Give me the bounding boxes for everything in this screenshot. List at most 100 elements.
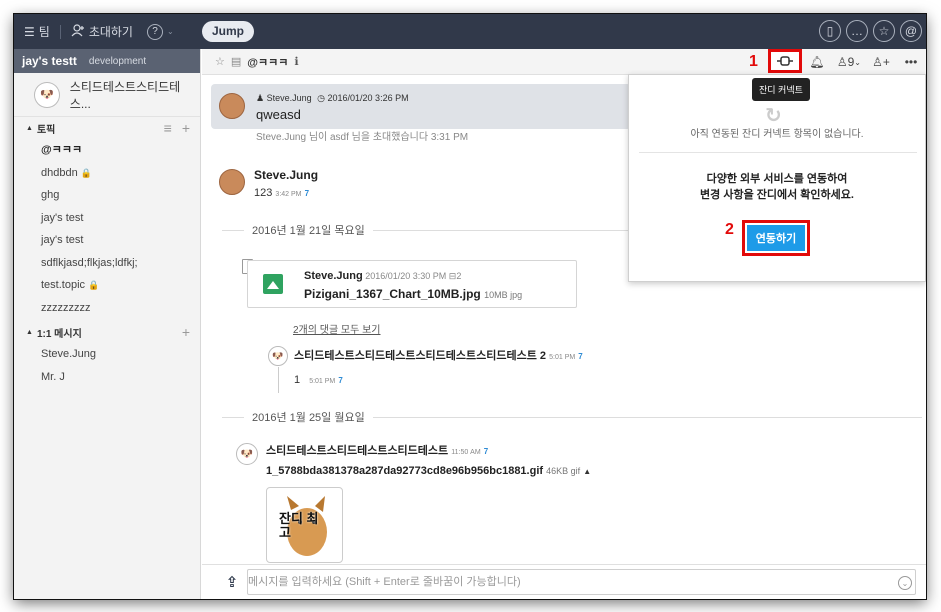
unread-count: 7 bbox=[338, 376, 343, 385]
sidebar-item-topic[interactable]: dhdbdn 🔒 bbox=[14, 162, 200, 185]
file-card[interactable]: Steve.Jung 2016/01/20 3:30 PM ⊟2 Pizigan… bbox=[247, 260, 577, 308]
connect-popover: ↻ 아직 연동된 잔디 커넥트 항목이 없습니다. 다양한 외부 서비스를 연동… bbox=[628, 74, 926, 282]
clock-icon: ◷ bbox=[317, 93, 325, 103]
top-bar-right: ▯ … ☆ @ bbox=[819, 20, 922, 42]
invite-button[interactable]: 초대하기 bbox=[71, 23, 133, 40]
sidebar-item-topic[interactable]: sdflkjasd;flkjas;ldfkj; bbox=[14, 252, 200, 275]
gif-size: 46KB gif bbox=[546, 466, 581, 476]
emoji-icon[interactable]: ⌄ bbox=[898, 576, 912, 590]
comment-count: 2 bbox=[456, 271, 462, 281]
chat-icon[interactable]: … bbox=[846, 20, 868, 42]
connect-button[interactable] bbox=[767, 49, 802, 73]
bell-icon[interactable]: 🔔︎ bbox=[802, 49, 832, 75]
sidebar-item-label: test.topic bbox=[41, 279, 86, 291]
comment-author[interactable]: 스티드테스트스티드테스트스티드테스트스티드테스트 2 bbox=[294, 350, 546, 362]
file-size: 10MB jpg bbox=[484, 290, 523, 300]
step-label-1: 1 bbox=[748, 53, 758, 70]
sticker-text: 잔디 최고 bbox=[279, 511, 319, 540]
system-message: Steve.Jung 님이 asdf 님을 초대했습니다 3:31 PM bbox=[256, 132, 469, 143]
team-header[interactable]: jay's testt development bbox=[14, 49, 200, 73]
app-window: ☰ 팀 초대하기 ? ⌄ Jump ▯ … ☆ @ jay's testt de… bbox=[14, 14, 926, 599]
sidebar-item-topic[interactable]: @ㅋㅋㅋ bbox=[14, 139, 200, 162]
reply: 1 5:01 PM 7 bbox=[294, 374, 343, 386]
gif-name[interactable]: 1_5788bda381378a287da92773cd8e96b956bc18… bbox=[266, 465, 543, 477]
sidebar: jay's testt development 🐶 스티드테스트스티드테스...… bbox=[14, 49, 201, 599]
pinned-author: Steve.Jung bbox=[266, 93, 312, 103]
plug-icon bbox=[776, 56, 793, 66]
caret-up-icon[interactable]: ▲ bbox=[583, 467, 591, 476]
comment-time: 5:01 PM bbox=[549, 354, 576, 361]
dm-header[interactable]: ▲ 1:1 메시지 + bbox=[14, 321, 200, 343]
unread-count: 7 bbox=[483, 447, 489, 456]
user-icon: ♙ bbox=[836, 55, 848, 69]
invite-member-icon[interactable]: ♙+ bbox=[866, 49, 896, 75]
star-icon[interactable]: ☆ bbox=[215, 55, 225, 68]
avatar: 🐶 bbox=[268, 346, 288, 366]
sidebar-item-topic[interactable]: zzzzzzzzz bbox=[14, 297, 200, 320]
date-label: 2016년 1월 25일 월요일 bbox=[252, 412, 365, 424]
divider bbox=[639, 152, 917, 153]
upload-icon[interactable]: ⇪ bbox=[220, 571, 244, 593]
team-menu-button[interactable]: ☰ 팀 bbox=[24, 23, 50, 40]
message-author[interactable]: Steve.Jung bbox=[254, 168, 318, 182]
members-button[interactable]: ♙ 9 ⌄ bbox=[832, 49, 866, 75]
sidebar-item-topic[interactable]: jay's test bbox=[14, 207, 200, 230]
message-time: 3:42 PM bbox=[275, 191, 302, 198]
connect-now-button[interactable]: 연동하기 bbox=[747, 225, 805, 251]
info-icon[interactable]: ℹ bbox=[294, 55, 298, 68]
file-name[interactable]: Pizigani_1367_Chart_10MB.jpg bbox=[304, 287, 481, 301]
connect-promo: 다양한 외부 서비스를 연동하여 변경 사항을 잔디에서 확인하세요. bbox=[629, 171, 925, 203]
lock-icon: 🔒 bbox=[80, 167, 92, 178]
member-count: 9 bbox=[847, 55, 855, 69]
sidebar-item-dm[interactable]: Steve.Jung bbox=[14, 343, 200, 366]
mention-icon[interactable]: @ bbox=[900, 20, 922, 42]
sidebar-item-topic[interactable]: jay's test bbox=[14, 229, 200, 252]
channel-title: @ㅋㅋㅋ bbox=[247, 56, 289, 69]
file-icon[interactable]: ▯ bbox=[819, 20, 841, 42]
connect-promo-line1: 다양한 외부 서비스를 연동하여 bbox=[706, 173, 848, 185]
sidebar-item-label: zzzzzzzzz bbox=[41, 301, 91, 314]
connect-button-highlight: 연동하기 bbox=[742, 220, 810, 256]
sidebar-item-topic[interactable]: test.topic 🔒 bbox=[14, 274, 200, 297]
more-icon[interactable]: ••• bbox=[896, 49, 926, 75]
pinned-message[interactable]: ♟ Steve.Jung ◷ 2016/01/20 3:26 PM qweasd bbox=[211, 84, 631, 129]
description-icon[interactable]: ▤ bbox=[231, 55, 241, 68]
sidebar-item-label: Steve.Jung bbox=[41, 348, 97, 360]
channel-header: ☆ ▤ @ㅋㅋㅋ ℹ 1 🔔︎ ♙ 9 ⌄ ♙+ ••• bbox=[202, 49, 926, 75]
team-menu-label: 팀 bbox=[38, 25, 50, 39]
top-bar: ☰ 팀 초대하기 ? ⌄ Jump ▯ … ☆ @ bbox=[14, 14, 926, 49]
message-author[interactable]: 스티드테스트스티드테스트스티드테스트 bbox=[266, 445, 448, 457]
help-button[interactable]: ? ⌄ bbox=[146, 23, 174, 40]
lock-icon: 🔒 bbox=[88, 280, 100, 290]
sidebar-item-label: sdflkjasd;flkjas;ldfkj; bbox=[41, 256, 138, 269]
channel-header-actions: 1 🔔︎ ♙ 9 ⌄ ♙+ ••• bbox=[749, 49, 926, 75]
topics-header-label: 토픽 bbox=[36, 124, 56, 136]
pinned-text: qweasd bbox=[256, 107, 301, 122]
sidebar-item-label: Mr. J bbox=[41, 370, 65, 383]
profile-name: 스티드테스트스티드테스... bbox=[69, 79, 181, 111]
sidebar-item-label: jay's test bbox=[41, 211, 84, 224]
star-icon[interactable]: ☆ bbox=[873, 20, 895, 42]
topic-list-icon[interactable]: ≡ bbox=[164, 120, 172, 136]
view-all-comments-link[interactable]: 2개의 댓글 모두 보기 bbox=[293, 321, 381, 336]
connect-promo-line2: 변경 사항을 잔디에서 확인하세요. bbox=[700, 189, 854, 201]
sidebar-item-label: ghg bbox=[41, 189, 60, 201]
invite-label: 초대하기 bbox=[88, 25, 133, 39]
message: Steve.Jung 123 3:42 PM 7 bbox=[254, 168, 318, 199]
topics-header[interactable]: ▲ 토픽 ≡ + bbox=[14, 117, 200, 139]
sticker-image[interactable]: 잔디 최고 bbox=[266, 487, 343, 563]
file-meta: Steve.Jung 2016/01/20 3:30 PM ⊟2 bbox=[304, 270, 461, 282]
file-time: 2016/01/20 3:30 PM bbox=[365, 271, 447, 281]
profile[interactable]: 🐶 스티드테스트스티드테스... bbox=[14, 73, 200, 117]
unread-count: 7 bbox=[578, 352, 583, 361]
message-input[interactable] bbox=[247, 569, 916, 595]
date-separator: 2016년 1월 25일 월요일 bbox=[222, 409, 922, 425]
jump-button[interactable]: Jump bbox=[202, 21, 255, 42]
add-dm-icon[interactable]: + bbox=[182, 324, 190, 340]
step-label-2: 2 bbox=[725, 221, 734, 238]
sidebar-item-dm[interactable]: Mr. J bbox=[14, 366, 200, 389]
connect-empty-text: 아직 연동된 잔디 커넥트 항목이 없습니다. bbox=[690, 129, 864, 140]
divider bbox=[372, 416, 922, 418]
add-topic-icon[interactable]: + bbox=[182, 120, 190, 136]
sidebar-item-topic[interactable]: ghg bbox=[14, 184, 200, 207]
